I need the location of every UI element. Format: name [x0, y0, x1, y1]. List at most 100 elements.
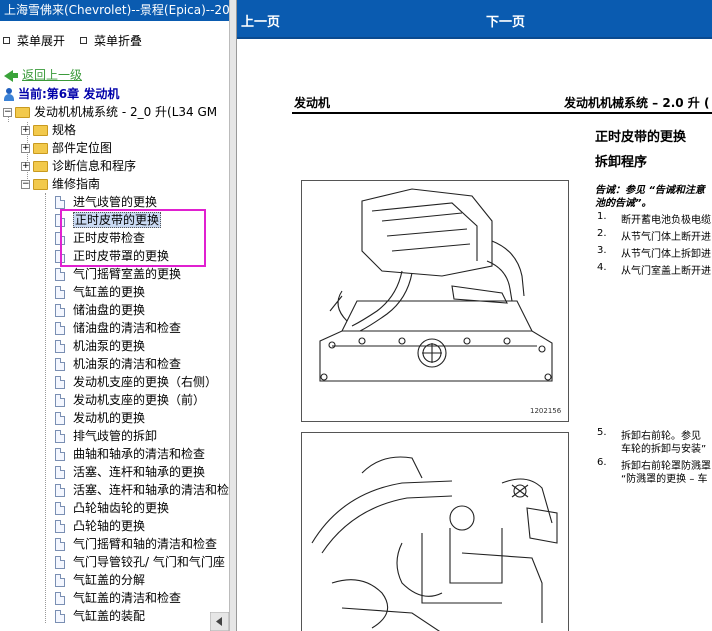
tree-item-label: 发动机的更换: [73, 411, 146, 425]
tree-item[interactable]: 排气歧管的拆卸: [55, 427, 157, 445]
tree-item[interactable]: 活塞、连杆和轴承的更换: [55, 463, 205, 481]
doc-header-left: 发动机: [294, 96, 331, 110]
tree-item-label: 气缸盖的装配: [73, 609, 146, 623]
document-icon: [55, 610, 65, 623]
document-icon: [55, 286, 65, 299]
tree-item[interactable]: 发动机支座的更换（前）: [55, 391, 205, 409]
step-number: 1.: [597, 211, 607, 222]
tree-item[interactable]: 机油泵的更换: [55, 337, 145, 355]
tree-item[interactable]: 曲轴和轴承的清洁和检查: [55, 445, 205, 463]
tree-item[interactable]: 发动机支座的更换（右侧）: [55, 373, 217, 391]
tree-item[interactable]: 凸轮轴的更换: [55, 517, 145, 535]
document-icon: [55, 430, 65, 443]
page-nav-bar: 上一页 下一页: [237, 0, 712, 37]
tree-item[interactable]: 储油盘的清洁和检查: [55, 319, 181, 337]
tree-folder-repair[interactable]: − 维修指南: [21, 175, 100, 193]
highlight-box: [60, 209, 206, 267]
step-text: 从节气门体上断开进: [621, 232, 711, 243]
tree-item[interactable]: 凸轮轴齿轮的更换: [55, 499, 169, 517]
tree-item-label: 曲轴和轴承的清洁和检查: [73, 447, 206, 461]
engine-illustration: [319, 188, 553, 382]
document-panel: 上一页 下一页 发动机 发动机机械系统 – 2.0 升 ( 正时皮带的更换 拆卸…: [237, 0, 712, 631]
tree-item[interactable]: 气门摇臂室盖的更换: [55, 265, 181, 283]
tree-root-label: 发动机机械系统 - 2_0 升(L34 GM: [34, 105, 218, 119]
document-icon: [55, 268, 65, 281]
engine-figure-2: [301, 432, 569, 631]
subsection-title: 拆卸程序: [595, 155, 648, 170]
tree-folder-label: 部件定位图: [52, 141, 113, 155]
step-number: 6.: [597, 457, 607, 468]
expand-toggle-icon[interactable]: +: [21, 162, 30, 171]
tree-item[interactable]: 气缸盖的装配: [55, 607, 145, 625]
document-icon: [55, 556, 65, 569]
step-number: 4.: [597, 262, 607, 273]
tree-item[interactable]: 气缸盖的清洁和检查: [55, 589, 181, 607]
tree-item[interactable]: 储油盘的更换: [55, 301, 145, 319]
document-icon: [55, 412, 65, 425]
document-icon: [55, 538, 65, 551]
document-icon: [55, 394, 65, 407]
back-arrow-icon: [4, 69, 13, 82]
splitter[interactable]: [229, 0, 237, 631]
menu-collapse-label: 菜单折叠: [94, 34, 143, 48]
back-link-label: 返回上一级: [22, 68, 83, 82]
document-icon: [55, 592, 65, 605]
header-rule: [292, 112, 712, 114]
current-chapter: 当前:第6章 发动机: [4, 85, 119, 103]
menu-expand-button[interactable]: 菜单展开: [0, 32, 65, 50]
step-text: 断开蓄电池负极电缆: [621, 215, 711, 226]
tree-item-label: 机油泵的清洁和检查: [73, 357, 182, 371]
person-icon: [4, 88, 14, 101]
tree-folder-label: 规格: [52, 123, 77, 137]
warning-line-2: 池的告诫”。: [595, 198, 652, 209]
folder-open-icon: [33, 179, 48, 190]
document-icon: [55, 448, 65, 461]
expand-icon: [3, 37, 10, 44]
tree-item-label: 储油盘的更换: [73, 303, 146, 317]
tree-item-label: 排气歧管的拆卸: [73, 429, 158, 443]
step-number: 2.: [597, 228, 607, 239]
menu-collapse-button[interactable]: 菜单折叠: [77, 32, 142, 50]
tree-item-label: 活塞、连杆和轴承的清洁和检: [73, 483, 229, 497]
tree-folder-locations[interactable]: + 部件定位图: [21, 139, 112, 157]
tree-item[interactable]: 机油泵的清洁和检查: [55, 355, 181, 373]
collapse-toggle-icon[interactable]: −: [3, 108, 12, 117]
back-link[interactable]: 返回上一级: [4, 66, 82, 84]
tree-item-label: 凸轮轴齿轮的更换: [73, 501, 170, 515]
tree-item-label: 发动机支座的更换（右侧）: [73, 375, 218, 389]
current-chapter-label: 当前:第6章 发动机: [18, 87, 120, 101]
engine-figure-1: 1202156: [301, 180, 569, 422]
tree-item-label: 进气歧管的更换: [73, 195, 158, 209]
tree-folder-diagnostics[interactable]: + 诊断信息和程序: [21, 157, 136, 175]
tree-item[interactable]: 气门导管铰孔/ 气门和气门座: [55, 553, 225, 571]
tree-item-label: 气门摇臂和轴的清洁和检查: [73, 537, 218, 551]
tree-item[interactable]: 气门摇臂和轴的清洁和检查: [55, 535, 217, 553]
collapse-toggle-icon[interactable]: −: [21, 180, 30, 189]
tree-root[interactable]: − 发动机机械系统 - 2_0 升(L34 GM: [3, 103, 217, 121]
tree-item-label: 机油泵的更换: [73, 339, 146, 353]
scroll-left-icon[interactable]: [210, 612, 229, 631]
section-title: 正时皮带的更换: [595, 130, 687, 145]
step-text: 车轮的拆卸与安装”: [621, 444, 707, 455]
tree-folder-specs[interactable]: + 规格: [21, 121, 76, 139]
menu-expand-label: 菜单展开: [17, 34, 66, 48]
document-icon: [55, 358, 65, 371]
document-icon: [55, 520, 65, 533]
tree-item[interactable]: 发动机的更换: [55, 409, 145, 427]
tree-item-label: 气缸盖的清洁和检查: [73, 591, 182, 605]
tree-item-label: 气门导管铰孔/ 气门和气门座: [73, 555, 225, 569]
tree-folder-label: 诊断信息和程序: [52, 159, 137, 173]
prev-page-button[interactable]: 上一页: [241, 11, 280, 30]
tree-item[interactable]: 活塞、连杆和轴承的清洁和检: [55, 481, 229, 499]
nav-title-bar: 上海雪佛来(Chevrolet)--景程(Epica)--200: [0, 0, 229, 21]
next-page-button[interactable]: 下一页: [486, 11, 525, 30]
expand-toggle-icon[interactable]: +: [21, 126, 30, 135]
tree-item-label: 发动机支座的更换（前）: [73, 393, 206, 407]
expand-toggle-icon[interactable]: +: [21, 144, 30, 153]
tree-item-label: 气门摇臂室盖的更换: [73, 267, 182, 281]
tree-item[interactable]: 气缸盖的分解: [55, 571, 145, 589]
tree-item-label: 储油盘的清洁和检查: [73, 321, 182, 335]
tree-item[interactable]: 气缸盖的更换: [55, 283, 145, 301]
step-text: “防溅罩的更换 – 车: [621, 474, 708, 485]
document-icon: [55, 340, 65, 353]
